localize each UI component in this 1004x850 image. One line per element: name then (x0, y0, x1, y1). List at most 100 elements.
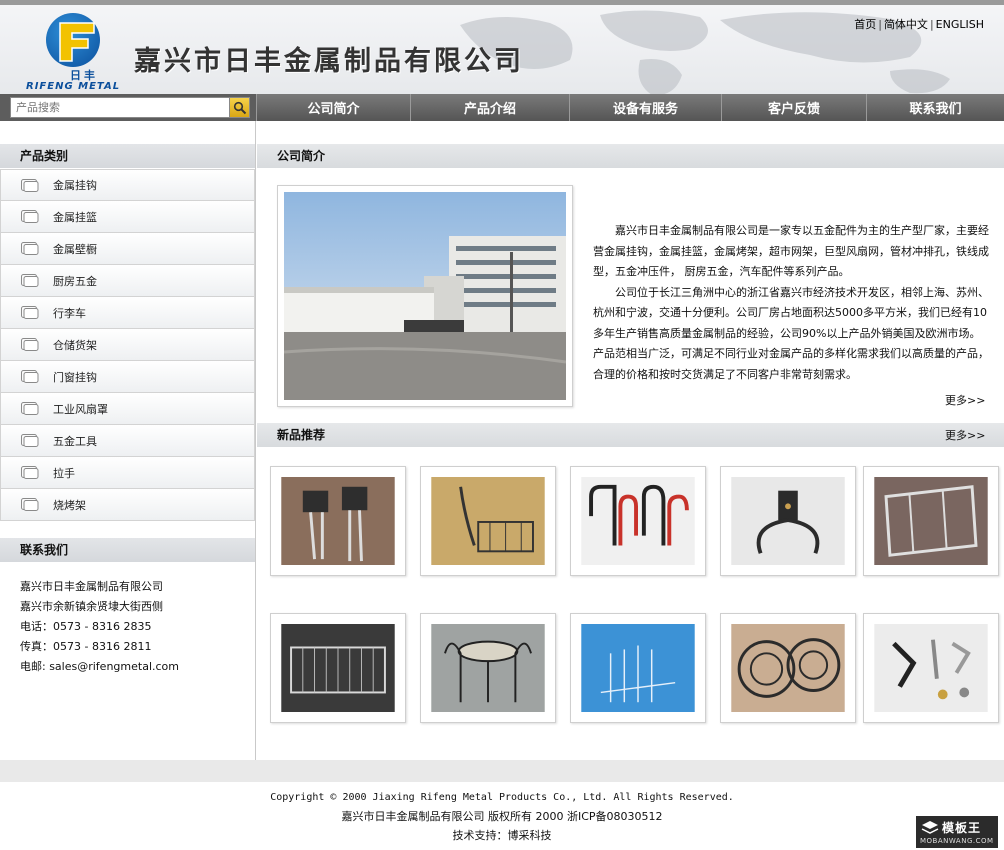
intro-section-title: 公司简介 (257, 144, 1004, 168)
folder-tab-icon (21, 210, 39, 223)
company-title: 嘉兴市日丰金属制品有限公司 (134, 46, 524, 77)
category-label: 仓储货架 (53, 338, 97, 352)
category-label: 五金工具 (53, 434, 97, 448)
product-thumb[interactable] (720, 466, 856, 576)
category-item[interactable]: 金属挂钩 (0, 169, 255, 201)
display-rack-image (581, 624, 695, 712)
main-content: 公司简介 嘉兴市日丰金属制品有限公司是一家专以五金配件为主的生产型厂家，主要经营… (257, 121, 1004, 760)
category-label: 厨房五金 (53, 274, 97, 288)
new-products-title: 新品推荐 (257, 423, 1004, 447)
folder-tab-icon (21, 242, 39, 255)
company-photo (277, 185, 573, 407)
main-nav: 公司简介 产品介绍 设备有服务 客户反馈 联系我们 (256, 94, 1004, 121)
footer-rights: 嘉兴市日丰金属制品有限公司 版权所有 2000 浙ICP备08030512 (341, 810, 663, 823)
wire-hook-pair-image (281, 477, 395, 565)
category-label: 门窗挂钩 (53, 370, 97, 384)
footer-support: 技术支持：博采科技 (452, 829, 552, 842)
fan-guard-image (731, 624, 845, 712)
category-item[interactable]: 金属壁橱 (0, 233, 255, 265)
intro-text: 嘉兴市日丰金属制品有限公司是一家专以五金配件为主的生产型厂家，主要经营金属挂钩，… (593, 221, 989, 385)
category-item[interactable]: 厨房五金 (0, 265, 255, 297)
categories-heading: 产品类别 (0, 144, 255, 168)
category-item[interactable]: 工业风扇罩 (0, 393, 255, 425)
product-thumb[interactable] (420, 466, 556, 576)
category-item[interactable]: 仓储货架 (0, 329, 255, 361)
folder-tab-icon (21, 434, 39, 447)
english-link[interactable]: ENGLISH (936, 18, 984, 31)
company-logo[interactable]: 日丰 RIFENG METAL (26, 11, 136, 94)
left-sidebar: 产品类别 金属挂钩金属挂篮金属壁橱厨房五金行李车仓储货架门窗挂钩工业风扇罩五金工… (0, 121, 256, 760)
product-thumb[interactable] (863, 613, 999, 723)
link-separator: | (929, 18, 934, 31)
search-input[interactable] (11, 98, 229, 117)
product-thumb[interactable] (863, 466, 999, 576)
contact-heading: 联系我们 (0, 538, 255, 562)
logo-english-text: RIFENG METAL (26, 81, 121, 92)
watermark-url: MOBANWANG.COM (920, 837, 994, 845)
nav-row: 公司简介 产品介绍 设备有服务 客户反馈 联系我们 (0, 94, 1004, 121)
folder-tab-icon (21, 466, 39, 479)
category-item[interactable]: 拉手 (0, 457, 255, 489)
search-box (10, 97, 250, 118)
site-footer: Copyright © 2000 Jiaxing Rifeng Metal Pr… (0, 788, 1004, 845)
factory-building-image (283, 192, 567, 400)
folder-tab-icon (21, 178, 39, 192)
intro-paragraph-2: 公司位于长江三角洲中心的浙江省嘉兴市经济技术开发区，相邻上海、苏州、杭州和宁波，… (593, 285, 989, 381)
watermark-title: 模板王 (942, 821, 982, 835)
hardware-tools-image (874, 624, 988, 712)
footer-copyright: Copyright © 2000 Jiaxing Rifeng Metal Pr… (270, 792, 734, 803)
category-item[interactable]: 行李车 (0, 297, 255, 329)
category-label: 拉手 (53, 466, 75, 480)
contact-info: 嘉兴市日丰金属制品有限公司 嘉兴市余新镇余贤埭大街西侧 电话：0573 - 83… (20, 577, 179, 677)
contact-fax: 传真：0573 - 8316 2811 (20, 640, 152, 653)
nav-feedback[interactable]: 客户反馈 (721, 94, 866, 121)
patio-furniture-image (431, 624, 545, 712)
category-item[interactable]: 门窗挂钩 (0, 361, 255, 393)
search-button[interactable] (229, 98, 249, 117)
category-label: 金属挂篮 (53, 210, 97, 224)
contact-company: 嘉兴市日丰金属制品有限公司 (20, 580, 163, 593)
folder-tab-icon (21, 274, 39, 287)
product-thumb[interactable] (720, 613, 856, 723)
wire-basket-image (431, 477, 545, 565)
category-item[interactable]: 烧烤架 (0, 489, 255, 521)
folder-tab-icon (21, 370, 39, 383)
contact-phone: 电话：0573 - 8316 2835 (20, 620, 152, 633)
product-thumb[interactable] (270, 613, 406, 723)
luggage-cart-image (874, 477, 988, 565)
simplified-chinese-link[interactable]: 简体中文 (884, 18, 928, 31)
magnifier-icon (233, 101, 246, 114)
product-thumb[interactable] (570, 613, 706, 723)
link-separator: | (878, 18, 882, 31)
contact-email[interactable]: 电邮: sales@rifengmetal.com (20, 657, 179, 677)
nav-contact[interactable]: 联系我们 (866, 94, 1004, 121)
category-label: 工业风扇罩 (53, 402, 108, 416)
intro-paragraph-1: 嘉兴市日丰金属制品有限公司是一家专以五金配件为主的生产型厂家，主要经营金属挂钩，… (593, 224, 989, 278)
category-label: 金属挂钩 (53, 179, 97, 192)
product-thumb[interactable] (570, 466, 706, 576)
top-links: 首页 | 简体中文 | ENGLISH (854, 16, 984, 32)
category-list: 金属挂钩金属挂篮金属壁橱厨房五金行李车仓储货架门窗挂钩工业风扇罩五金工具拉手烧烤… (0, 169, 255, 521)
folder-tab-icon (21, 498, 39, 511)
category-item[interactable]: 五金工具 (0, 425, 255, 457)
nav-company-intro[interactable]: 公司简介 (256, 94, 410, 121)
watermark-logo-icon (921, 821, 939, 834)
wall-hook-bracket-image (731, 477, 845, 565)
contact-address: 嘉兴市余新镇余贤埭大街西侧 (20, 600, 163, 613)
dish-rack-image (281, 624, 395, 712)
home-link[interactable]: 首页 (854, 18, 876, 31)
logo-f-mark (59, 22, 95, 62)
coated-hooks-image (581, 477, 695, 565)
category-label: 行李车 (53, 306, 86, 320)
product-thumb[interactable] (420, 613, 556, 723)
site-header: 日丰 RIFENG METAL 嘉兴市日丰金属制品有限公司 首页 | 简体中文 | EN… (0, 0, 1004, 94)
intro-more-link[interactable]: 更多>> (945, 392, 985, 408)
new-products-more-link[interactable]: 更多>> (945, 427, 985, 443)
folder-tab-icon (21, 402, 39, 415)
product-thumb[interactable] (270, 466, 406, 576)
nav-equipment-service[interactable]: 设备有服务 (569, 94, 721, 121)
category-item[interactable]: 金属挂篮 (0, 201, 255, 233)
folder-tab-icon (21, 306, 39, 319)
nav-products[interactable]: 产品介绍 (410, 94, 569, 121)
footer-divider-bar (0, 760, 1004, 782)
